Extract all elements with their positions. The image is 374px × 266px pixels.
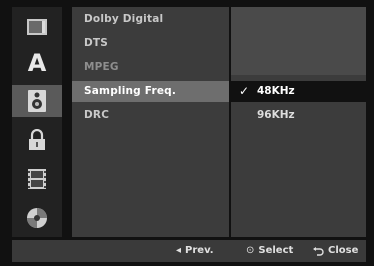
navigation-hint-bar: ◂ Prev. ⊙ Select Close xyxy=(12,240,366,262)
menu-item-mpeg[interactable]: MPEG xyxy=(72,57,229,78)
disc-icon[interactable] xyxy=(12,202,62,234)
select-icon: ⊙ xyxy=(246,245,255,256)
prev-hint[interactable]: ◂ Prev. xyxy=(176,240,214,262)
left-arrow-icon: ◂ xyxy=(176,245,182,256)
menu-item-dolby-digital[interactable]: Dolby Digital xyxy=(72,9,229,30)
close-hint[interactable]: Close xyxy=(312,240,358,262)
menu-item-sampling-freq[interactable]: Sampling Freq. xyxy=(72,81,229,102)
category-sidebar: A xyxy=(12,7,62,237)
language-icon[interactable]: A xyxy=(12,47,62,79)
select-label: Select xyxy=(258,245,294,256)
select-hint[interactable]: ⊙ Select xyxy=(246,240,293,262)
options-panel-header xyxy=(231,7,366,75)
option-96khz[interactable]: 96KHz xyxy=(231,105,366,126)
audio-settings-menu: Dolby Digital DTS MPEG Sampling Freq. DR… xyxy=(72,7,229,237)
prev-label: Prev. xyxy=(185,245,214,256)
options-panel: ✓ 48KHz 96KHz xyxy=(231,7,366,237)
menu-item-dts[interactable]: DTS xyxy=(72,33,229,54)
setup-menu-screen: A Dolby Digital DTS MPEG Sampling Freq. … xyxy=(0,0,374,266)
option-label: 96KHz xyxy=(257,109,295,121)
language-glyph: A xyxy=(27,49,47,77)
film-icon[interactable] xyxy=(12,163,62,195)
option-48khz[interactable]: ✓ 48KHz xyxy=(231,81,366,102)
option-label: 48KHz xyxy=(257,85,295,97)
lock-icon[interactable] xyxy=(12,124,62,156)
display-icon[interactable] xyxy=(12,11,62,43)
menu-item-drc[interactable]: DRC xyxy=(72,105,229,126)
check-icon: ✓ xyxy=(239,84,250,98)
return-icon xyxy=(313,247,324,256)
audio-icon[interactable] xyxy=(12,85,62,117)
close-label: Close xyxy=(328,245,359,256)
